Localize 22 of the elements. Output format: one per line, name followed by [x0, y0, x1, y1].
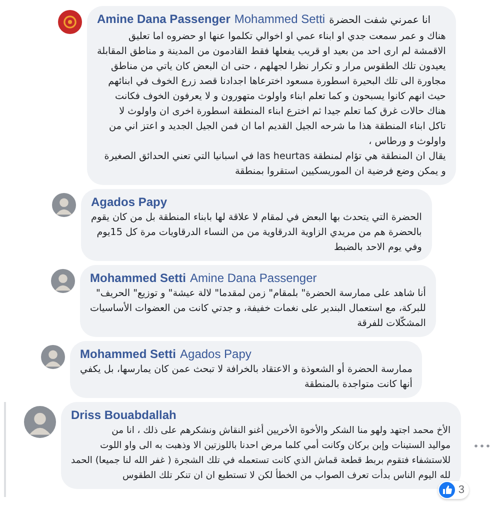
mention-link[interactable]: Agados Papy — [180, 347, 252, 361]
comment-text: الأخ محمد اجتهد ولهو منا الشكر والأخوة الأخريين أغنو النقاش ونشكرهم على ذلك ، انا من مواليد الستينات وإبن بركان وكانت أمي كلما مرض احدنا باللوزتين الا وذهبت به الى واو اللوت للاستشفاء فتقوم بربط قطعة قماش الذي كانت تستعمله في تلك الشجرة ( غفر الله لنا جميعا) الحمد لله اليوم الناس بدأت تعرف الصواب من الخطأ لكن لا تستطيع ان ان تنكر تلك الطقوس — [71, 423, 450, 483]
comment-text: ممارسة الحضرة أو الشعوذة و الاعتقاد بالخرافة لا تبحث عمن كان يمارسها، بل يكفي أنها كانت متواجدة بالمنطقة — [80, 362, 412, 392]
avatar[interactable] — [24, 406, 56, 438]
author-name[interactable]: Mohammed Setti — [90, 271, 186, 285]
avatar[interactable] — [52, 193, 76, 217]
comment-text: هناك و عمر سمعت جدي او ابناء عمي او اخوالي تكلموا عنها او حضروه اما تعليق الاقمشة لم ارى احد من بعيد او قريب يفعلها فقط القادمون من المدينة و مناطق المقابلة يعيدون تلك الطقوس مرار و تكرار نظرا لجهلهم ، حتى ان البعض كان ياتي من مناطق مجاورة الى تلك البحيرة اسطورة مسعود اخترعاها اجدادنا قصد زرع الخوف في ابنائهم حيث انهم كانوا يسبحون و كما تعلم ابناء واولوث متهورون و لا يعرفون الخوف فكانت هناك حالات غرق كما تعلم جيدا ثم اخترع ابناء المنطقة اسطورة اخرى ان واولوث لا تاكل ابناء المنطقة هذا ما شرحه الجيل القديم اما ان فمن الجيل الجديد و اعتز اني من واولوث و ورطاس ، يقال ان المنطقة هي تؤام لمنطقة las heurtas في اسبانيا التي تعني الحدائق الصغيرة و يمكن وضع فرضية ان الموريسكيين استقروا بمنطقة — [97, 30, 446, 179]
more-icon[interactable] — [474, 444, 490, 448]
like-icon — [439, 482, 456, 498]
avatar[interactable] — [41, 345, 65, 369]
reaction-count[interactable]: 3 — [438, 481, 468, 499]
comment-text: أنا شاهد على ممارسة الحضرة" بلمقام" زمن لمقدما" لالة عيشة" و توزيع" الحريف" للبركة، مع استعمال البندير على نغمات خفيفة، و جدتي كانت من العضوات الأساسيات المشكّلات للفرقة — [90, 286, 426, 331]
avatar[interactable] — [58, 10, 82, 34]
mention-link[interactable]: Amine Dana Passenger — [190, 271, 317, 285]
comment-text: الحضرة التي يتحدث بها البعض في لمقام لا علاقة لها بابناء المنطقة بل من كان يقوم بالحضرة هم من مريدي الزاوية الدرقاوية من من النساء الدرقاويات مرة كل 15يوم وفي يوم الاحد بالضبط — [91, 211, 422, 255]
author-name[interactable]: Driss Bouabdallah — [71, 408, 176, 422]
author-name[interactable]: Agados Papy — [91, 195, 168, 209]
comment-text: انا عمرني شفت الحضرة — [329, 15, 431, 26]
mention-link[interactable]: Mohammed Setti — [234, 12, 326, 26]
avatar[interactable] — [51, 269, 75, 293]
author-name[interactable]: Mohammed Setti — [80, 347, 176, 361]
author-name[interactable]: Amine Dana Passenger — [97, 12, 230, 26]
